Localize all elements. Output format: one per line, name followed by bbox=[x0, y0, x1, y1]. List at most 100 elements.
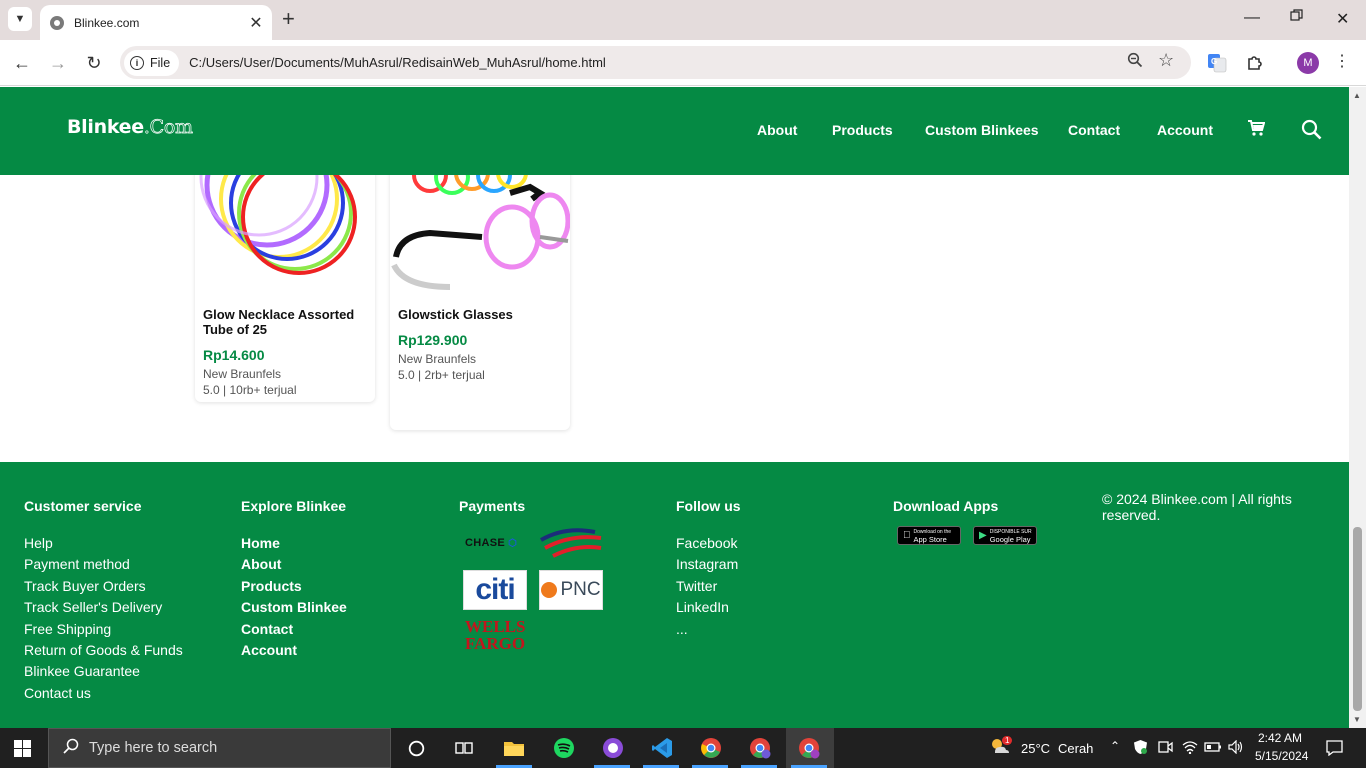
back-button[interactable]: ← bbox=[10, 51, 34, 75]
product-card[interactable]: Glowstick Glasses Rp129.900 New Braunfel… bbox=[390, 137, 570, 430]
svg-text:G: G bbox=[1211, 57, 1217, 66]
footer-explore: Explore Blinkee Home About Products Cust… bbox=[241, 498, 347, 661]
github-desktop-icon[interactable] bbox=[601, 736, 625, 760]
footer-link-products[interactable]: Products bbox=[241, 576, 347, 597]
browser-tab-bar: ▼ Blinkee.com ✕ + — ✕ bbox=[0, 0, 1366, 40]
scroll-up-icon[interactable]: ▲ bbox=[1353, 91, 1361, 100]
footer-link-custom-blinkee[interactable]: Custom Blinkee bbox=[241, 597, 347, 618]
google-translate-icon[interactable]: G bbox=[1207, 53, 1227, 73]
footer-link-account[interactable]: Account bbox=[241, 640, 347, 661]
vscode-icon[interactable] bbox=[650, 736, 674, 760]
search-icon bbox=[63, 738, 79, 759]
scrollbar-thumb[interactable] bbox=[1353, 527, 1362, 711]
play-icon: ▶ bbox=[979, 530, 987, 541]
nav-link-account[interactable]: Account bbox=[1157, 122, 1213, 138]
footer-title: Download Apps bbox=[893, 498, 999, 514]
footer-link-track-seller-delivery[interactable]: Track Seller's Delivery bbox=[24, 597, 183, 618]
footer-link-payment-method[interactable]: Payment method bbox=[24, 554, 183, 575]
volume-icon[interactable] bbox=[1228, 739, 1244, 757]
footer-follow: Follow us Facebook Instagram Twitter Lin… bbox=[676, 498, 741, 640]
url-text[interactable]: C:/Users/User/Documents/MuhAsrul/Redisai… bbox=[189, 55, 606, 70]
chrome-active-icon[interactable] bbox=[797, 736, 821, 760]
taskbar-search-box[interactable]: Type here to search bbox=[48, 728, 391, 768]
footer-link-more[interactable]: ... bbox=[676, 619, 741, 640]
footer-link-contact[interactable]: Contact bbox=[241, 619, 347, 640]
clock-date[interactable]: 5/15/2024 bbox=[1255, 749, 1308, 763]
cart-icon[interactable] bbox=[1247, 119, 1266, 142]
search-icon[interactable] bbox=[1301, 119, 1322, 145]
new-tab-button[interactable]: + bbox=[282, 8, 295, 30]
wifi-icon[interactable] bbox=[1182, 740, 1198, 757]
scroll-down-icon[interactable]: ▼ bbox=[1353, 715, 1361, 724]
footer-link-free-shipping[interactable]: Free Shipping bbox=[24, 619, 183, 640]
site-logo[interactable]: Blinkee.Com bbox=[67, 116, 193, 139]
site-info-chip[interactable]: i File bbox=[124, 49, 180, 76]
notifications-icon[interactable] bbox=[1326, 739, 1343, 759]
zoom-icon[interactable] bbox=[1127, 52, 1143, 73]
forward-button[interactable]: → bbox=[46, 51, 70, 75]
weather-text[interactable]: Cerah bbox=[1058, 741, 1093, 756]
footer-link-help[interactable]: Help bbox=[24, 533, 183, 554]
file-label: File bbox=[150, 55, 171, 70]
footer-link-track-buyer-orders[interactable]: Track Buyer Orders bbox=[24, 576, 183, 597]
footer-link-contact-us[interactable]: Contact us bbox=[24, 683, 183, 704]
tray-chevron-up-icon[interactable]: ⌃ bbox=[1110, 739, 1120, 753]
product-price: Rp129.900 bbox=[398, 332, 468, 348]
address-bar[interactable]: i File C:/Users/User/Documents/MuhAsrul/… bbox=[120, 46, 1191, 79]
close-tab-icon[interactable]: ✕ bbox=[246, 13, 266, 33]
meet-now-icon[interactable] bbox=[1158, 739, 1173, 758]
product-location: New Braunfels bbox=[398, 352, 477, 366]
footer-link-blinkee-guarantee[interactable]: Blinkee Guarantee bbox=[24, 661, 183, 682]
globe-icon bbox=[50, 15, 64, 30]
nav-link-products[interactable]: Products bbox=[832, 122, 893, 138]
tab-search-button[interactable]: ▼ bbox=[8, 7, 32, 31]
chrome-icon[interactable] bbox=[699, 736, 723, 760]
product-card[interactable]: Glow Necklace Assorted Tube of 25 Rp14.6… bbox=[195, 137, 375, 402]
site-footer: Customer service Help Payment method Tra… bbox=[0, 462, 1349, 728]
product-name[interactable]: Glowstick Glasses bbox=[398, 307, 562, 322]
cortana-icon[interactable] bbox=[404, 736, 428, 760]
minimize-button[interactable]: — bbox=[1244, 9, 1260, 27]
footer-download-apps: Download Apps  Download on theApp Store… bbox=[893, 498, 1063, 588]
nav-link-contact[interactable]: Contact bbox=[1068, 122, 1120, 138]
close-window-button[interactable]: ✕ bbox=[1336, 9, 1349, 29]
spotify-icon[interactable] bbox=[552, 736, 576, 760]
info-icon: i bbox=[130, 55, 144, 70]
file-explorer-icon[interactable] bbox=[502, 736, 526, 760]
windows-taskbar: Type here to search 1 25°C Cerah ⌃ 2:42 … bbox=[0, 728, 1366, 768]
battery-icon[interactable] bbox=[1204, 740, 1222, 757]
site-header: Blinkee.Com About Products Custom Blinke… bbox=[0, 87, 1349, 175]
footer-link-twitter[interactable]: Twitter bbox=[676, 576, 741, 597]
footer-link-instagram[interactable]: Instagram bbox=[676, 554, 741, 575]
wells-fargo-logo: WELLS FARGO bbox=[465, 617, 526, 653]
security-shield-icon[interactable] bbox=[1133, 739, 1148, 758]
product-stats: 5.0 | 2rb+ terjual bbox=[398, 368, 485, 382]
profile-avatar[interactable]: M bbox=[1297, 52, 1319, 74]
footer-link-return-goods[interactable]: Return of Goods & Funds bbox=[24, 640, 183, 661]
chrome-profile-icon[interactable] bbox=[748, 736, 772, 760]
product-name[interactable]: Glow Necklace Assorted Tube of 25 bbox=[203, 307, 367, 337]
taskbar-search-placeholder: Type here to search bbox=[89, 740, 218, 756]
google-play-badge[interactable]: ▶ DISPONIBLE SUR Google Play bbox=[973, 526, 1037, 545]
weather-temp[interactable]: 25°C bbox=[1021, 741, 1050, 756]
page-scrollbar[interactable]: ▲ ▼ bbox=[1349, 87, 1366, 728]
footer-customer-service: Customer service Help Payment method Tra… bbox=[24, 498, 183, 704]
browser-tab[interactable]: Blinkee.com ✕ bbox=[40, 5, 272, 40]
extensions-icon[interactable] bbox=[1245, 53, 1265, 73]
reload-button[interactable]: ↻ bbox=[82, 51, 106, 75]
clock-time[interactable]: 2:42 AM bbox=[1258, 731, 1302, 745]
footer-link-home[interactable]: Home bbox=[241, 533, 347, 554]
windows-start-icon[interactable] bbox=[14, 740, 31, 757]
footer-title: Customer service bbox=[24, 498, 142, 514]
bookmark-star-icon[interactable]: ☆ bbox=[1158, 50, 1174, 71]
task-view-icon[interactable] bbox=[452, 736, 476, 760]
footer-link-facebook[interactable]: Facebook bbox=[676, 533, 741, 554]
footer-link-about[interactable]: About bbox=[241, 554, 347, 575]
app-store-badge[interactable]:  Download on theApp Store bbox=[897, 526, 961, 545]
restore-button[interactable] bbox=[1290, 9, 1303, 27]
footer-link-linkedin[interactable]: LinkedIn bbox=[676, 597, 741, 618]
nav-link-custom-blinkees[interactable]: Custom Blinkees bbox=[925, 122, 1039, 138]
browser-menu-icon[interactable]: ⋮ bbox=[1334, 51, 1354, 71]
pnc-logo: PNC bbox=[539, 570, 603, 610]
nav-link-about[interactable]: About bbox=[757, 122, 797, 138]
